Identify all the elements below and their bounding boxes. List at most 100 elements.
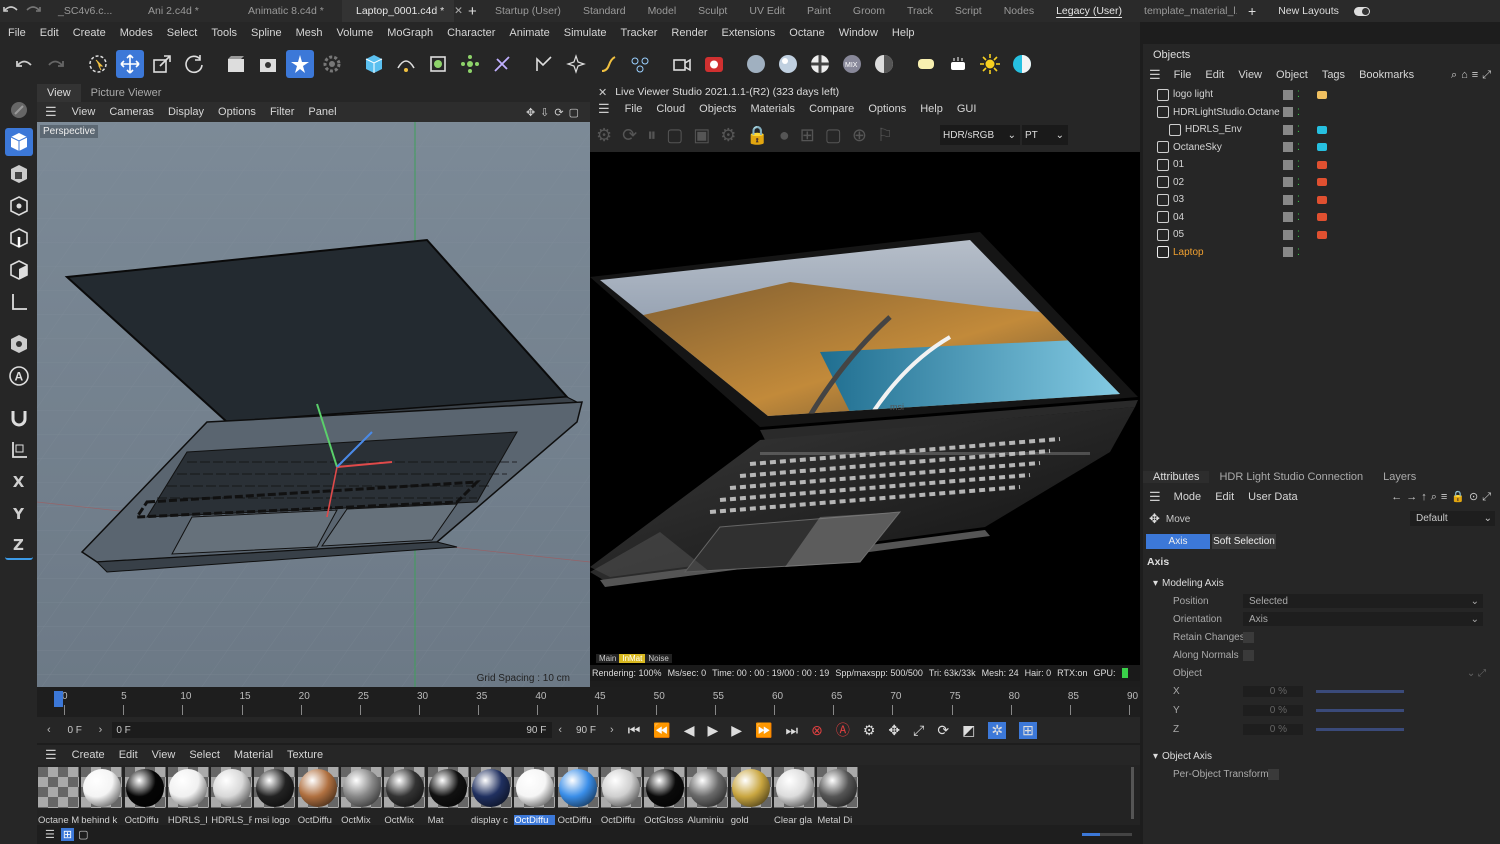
y-field[interactable]: 0 %	[1243, 705, 1303, 716]
rotate-tool-icon[interactable]	[180, 50, 208, 78]
large-view-icon[interactable]: ▢	[78, 828, 88, 841]
menu-modes[interactable]: Modes	[113, 27, 160, 39]
scale-tool-icon[interactable]	[148, 50, 176, 78]
checker-material-icon[interactable]	[806, 50, 834, 78]
key-scale-icon[interactable]: ⤢	[913, 722, 924, 739]
layout-tab-startup[interactable]: Startup (User)	[484, 0, 572, 22]
next-key-icon[interactable]: ⏩	[755, 722, 772, 739]
material-swatch[interactable]: Aluminiu	[687, 767, 729, 826]
texture-mode-icon[interactable]	[5, 160, 33, 188]
layout-tab-nodes[interactable]: Nodes	[993, 0, 1045, 22]
redo-icon[interactable]	[42, 50, 70, 78]
vp-menu-panel[interactable]: Panel	[301, 106, 343, 118]
material-swatch[interactable]: OctDiffu	[124, 767, 166, 826]
cube-icon[interactable]	[360, 50, 388, 78]
visibility-dots-icon[interactable]: ⁚	[1297, 107, 1300, 118]
material-swatch[interactable]: OctDiffu	[297, 767, 339, 826]
visibility-dots-icon[interactable]: ⁚	[1297, 89, 1300, 100]
attr-nav-icons[interactable]: ←→↑⌕≡🔒⊙⤢	[1391, 490, 1495, 504]
menu-render[interactable]: Render	[664, 27, 714, 39]
render-pass-select[interactable]: PT ⌄	[1022, 125, 1068, 145]
x-field[interactable]: 0 %	[1243, 686, 1303, 697]
menu-spline[interactable]: Spline	[244, 27, 289, 39]
subtab-soft-selection[interactable]: Soft Selection	[1212, 533, 1276, 549]
new-layouts-button[interactable]: New Layouts	[1267, 0, 1350, 22]
mat-menu-view[interactable]: View	[145, 749, 183, 761]
live-viewer-tool-icons[interactable]: ⚙ ⟳ ⏸ ▢ ▣ ⚙ 🔒 ● ⊞ ▢ ⊕ ⚐	[596, 125, 893, 146]
close-live-viewer-icon[interactable]: ✕	[598, 86, 607, 99]
x-axis-lock-icon[interactable]: X	[5, 468, 33, 496]
doc-tab-2[interactable]: Animatic 8.c4d *	[234, 0, 342, 22]
obj-menu-object[interactable]: Object	[1269, 69, 1315, 81]
record-icon[interactable]: ⊗	[811, 722, 823, 739]
obj-menu-bookmarks[interactable]: Bookmarks	[1352, 69, 1421, 81]
object-tag-icon[interactable]	[1317, 108, 1327, 116]
z-field[interactable]: 0 %	[1243, 724, 1303, 735]
undo-icon[interactable]	[10, 50, 38, 78]
material-swatch[interactable]: display c	[470, 767, 512, 826]
simulation-icon[interactable]	[626, 50, 654, 78]
layer-color-swatch[interactable]	[1283, 247, 1293, 258]
vp-menu-display[interactable]: Display	[161, 106, 211, 118]
obj-menu-edit[interactable]: Edit	[1198, 69, 1231, 81]
undo-icon[interactable]	[0, 0, 22, 22]
menu-extensions[interactable]: Extensions	[714, 27, 782, 39]
layout-tab-standard[interactable]: Standard	[572, 0, 637, 22]
render-settings-icon[interactable]	[286, 50, 314, 78]
live-selection-icon[interactable]	[84, 50, 112, 78]
step-back-icon[interactable]: ◀	[684, 722, 695, 739]
visibility-dots-icon[interactable]: ⁚	[1297, 177, 1300, 188]
key-pla-icon[interactable]: ✲	[988, 721, 1007, 739]
object-tree-item[interactable]: 01 ⁚	[1143, 156, 1500, 174]
tab-picture-viewer[interactable]: Picture Viewer	[81, 84, 172, 102]
point-mode-icon[interactable]	[5, 192, 33, 220]
material-swatch[interactable]: Clear gla	[774, 767, 816, 826]
y-slider[interactable]	[1316, 709, 1404, 712]
lv-menu-cloud[interactable]: Cloud	[649, 103, 692, 115]
layer-color-swatch[interactable]	[1283, 89, 1293, 100]
start-frame-field[interactable]: 0 F	[51, 725, 99, 736]
material-swatch[interactable]: Octane M	[38, 767, 79, 826]
layout-tab-script[interactable]: Script	[944, 0, 993, 22]
visibility-dots-icon[interactable]: ⁚	[1297, 247, 1300, 258]
layout-tab-uv-edit[interactable]: UV Edit	[738, 0, 796, 22]
sun-light-icon[interactable]	[976, 50, 1004, 78]
keyframe-settings-icon[interactable]: ⚙	[863, 722, 876, 739]
visibility-dots-icon[interactable]: ⁚	[1297, 229, 1300, 240]
chevron-down-icon[interactable]: ⌄ ⤢	[1467, 668, 1486, 679]
menu-tracker[interactable]: Tracker	[614, 27, 665, 39]
lv-menu-help[interactable]: Help	[913, 103, 950, 115]
layout-tab-template[interactable]: template_material_l...	[1133, 0, 1237, 22]
menu-mesh[interactable]: Mesh	[289, 27, 330, 39]
lv-menu-gui[interactable]: GUI	[950, 103, 984, 115]
menu-simulate[interactable]: Simulate	[557, 27, 614, 39]
attr-menu-edit[interactable]: Edit	[1208, 491, 1241, 503]
material-sphere-icon[interactable]	[742, 50, 770, 78]
menu-help[interactable]: Help	[885, 27, 922, 39]
object-tree-item[interactable]: 04 ⁚	[1143, 209, 1500, 227]
object-tree-item[interactable]: HDRLightStudio.Octane ⁚	[1143, 104, 1500, 122]
lv-menu-compare[interactable]: Compare	[802, 103, 861, 115]
y-axis-lock-icon[interactable]: Y	[5, 500, 33, 528]
modeling-axis-group[interactable]: ▾ Modeling Axis	[1143, 574, 1500, 592]
vp-menu-filter[interactable]: Filter	[263, 106, 301, 118]
object-tag-icon[interactable]	[1317, 248, 1327, 256]
render-tab-noise[interactable]: Noise	[645, 654, 672, 663]
tab-layers[interactable]: Layers	[1373, 471, 1426, 483]
object-tag-icon[interactable]	[1317, 195, 1327, 204]
material-swatch[interactable]: HDRLS_F	[211, 767, 253, 826]
visibility-dots-icon[interactable]: ⁚	[1297, 159, 1300, 170]
layout-tab-paint[interactable]: Paint	[796, 0, 842, 22]
along-normals-checkbox[interactable]	[1243, 649, 1254, 661]
glossy-material-icon[interactable]	[774, 50, 802, 78]
object-tree-item[interactable]: logo light ⁚	[1143, 86, 1500, 104]
material-swatch[interactable]: Metal Di	[817, 767, 859, 826]
tab-attributes[interactable]: Attributes	[1143, 471, 1210, 483]
material-swatch[interactable]: Mat	[427, 767, 469, 826]
play-icon[interactable]: ▶	[708, 722, 719, 739]
layer-color-swatch[interactable]	[1283, 194, 1293, 205]
move-tool-icon[interactable]	[116, 50, 144, 78]
x-slider[interactable]	[1316, 690, 1404, 693]
key-position-icon[interactable]: ✥	[888, 722, 900, 739]
layer-color-swatch[interactable]	[1283, 229, 1293, 240]
